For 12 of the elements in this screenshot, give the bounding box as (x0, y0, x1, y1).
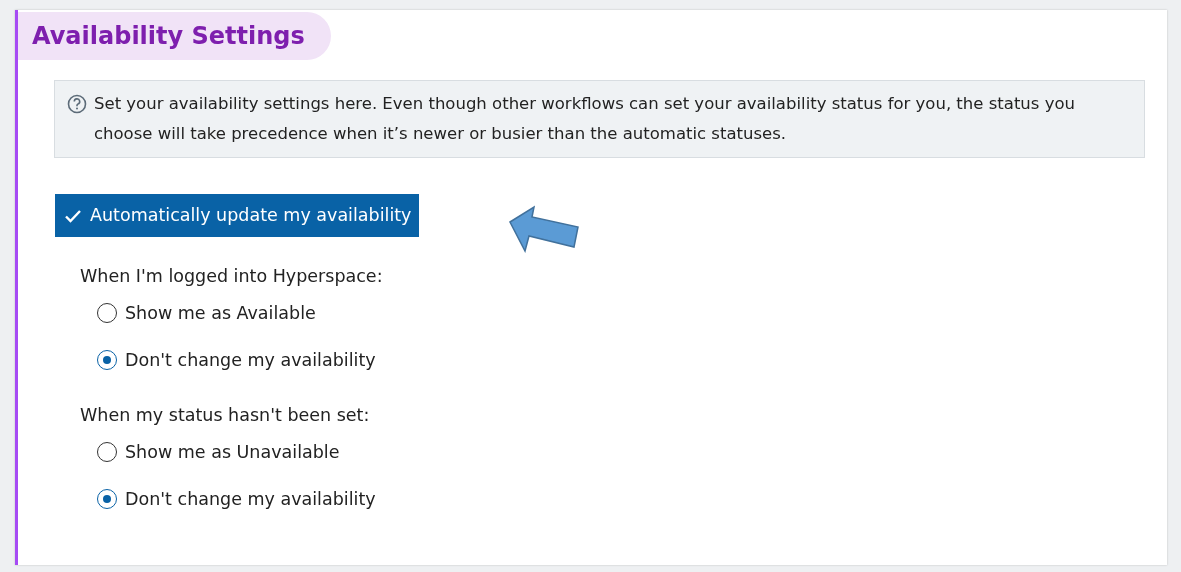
auto-update-toggle[interactable]: Automatically update my availability (55, 194, 420, 237)
radio-option[interactable]: Show me as Unavailable (97, 437, 340, 467)
info-text: Set your availability settings here. Even though other workflows can set your availability status for you, the status you choose will take precedence when it’s newer or busier than the automatic statuses. (94, 93, 1076, 145)
arrow-icon (508, 205, 580, 253)
radio-option[interactable]: Don't change my availability (97, 484, 376, 514)
group-label: When I'm logged into Hyperspace: (80, 265, 384, 288)
group-label: When my status hasn't been set: (80, 404, 371, 427)
check-icon (64, 208, 82, 223)
radio-option[interactable]: Don't change my availability (97, 345, 376, 375)
help-icon (67, 94, 87, 114)
radio-option[interactable]: Show me as Available (97, 298, 316, 328)
section-title: Availability Settings (18, 12, 331, 60)
